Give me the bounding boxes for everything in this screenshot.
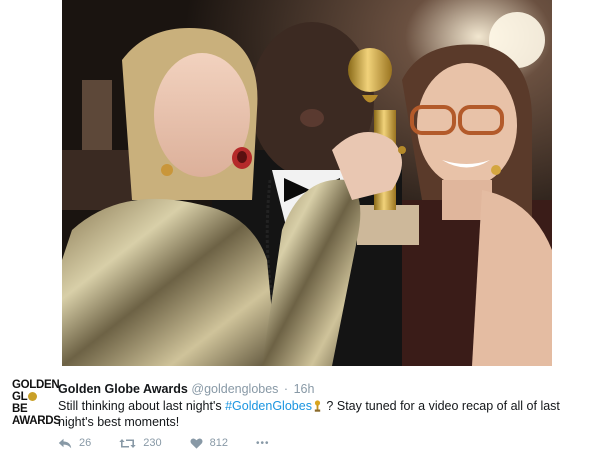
tweet-photo[interactable] (62, 0, 552, 366)
more-action[interactable]: ••• (256, 438, 270, 449)
tweet-text-before: Still thinking about last night's (58, 399, 226, 413)
header-separator: · (283, 382, 289, 396)
tweet-time[interactable]: 16h (294, 382, 315, 396)
heart-icon (190, 438, 203, 449)
account-handle[interactable]: @goldenglobes (191, 382, 278, 396)
reply-action[interactable]: 26 (58, 437, 91, 449)
trophy-icon (314, 400, 321, 412)
account-name[interactable]: Golden Globe Awards (58, 382, 188, 396)
avatar-line-2: GLBE (12, 391, 50, 415)
more-icon: ••• (255, 437, 270, 449)
hashtag-link[interactable]: #GoldenGlobes (225, 399, 312, 413)
tweet-header: Golden Globe Awards @goldenglobes · 16h (58, 382, 314, 396)
avatar[interactable]: GOLDEN GLBE AWARDS (12, 379, 61, 427)
avatar-line-1: GOLDEN (12, 379, 60, 391)
photo-image (62, 0, 552, 366)
reply-count: 26 (79, 437, 92, 449)
globe-icon (27, 392, 37, 401)
reply-icon (58, 438, 72, 448)
avatar-line-2a: GL (12, 391, 28, 403)
avatar-line-3: AWARDS (12, 415, 61, 427)
tweet: GOLDEN GLBE AWARDS Golden Globe Awards @… (0, 366, 599, 462)
tweet-text: Still thinking about last night's #Golde… (58, 398, 578, 430)
tweet-actions: 26 230 812 ••• (58, 434, 297, 452)
like-count: 812 (209, 437, 228, 449)
retweet-action[interactable]: 230 (119, 437, 162, 449)
retweet-icon (119, 438, 136, 448)
tweet-media[interactable] (0, 0, 599, 366)
avatar-line-2b: BE (12, 403, 28, 415)
retweet-count: 230 (143, 437, 162, 449)
like-action[interactable]: 812 (190, 437, 228, 449)
